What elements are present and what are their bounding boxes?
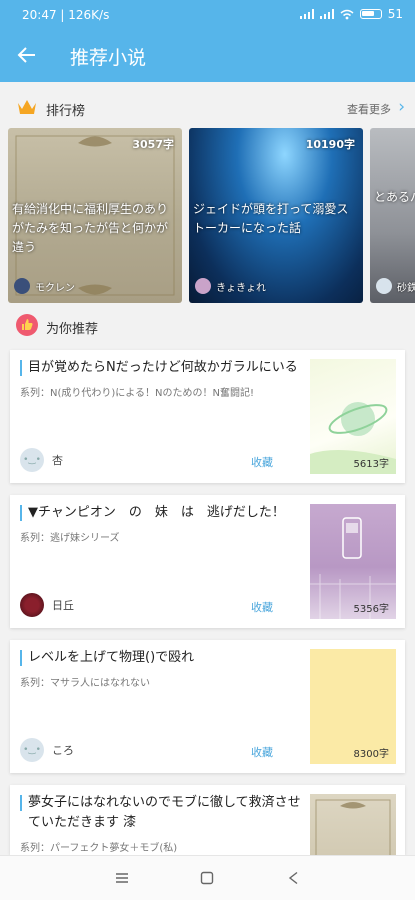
series-label: 系列：逃げ妹シリーズ (20, 533, 120, 544)
ranking-header: 排行榜 查看更多 › (0, 88, 415, 128)
cover-image: 8300字 (310, 649, 396, 764)
author: モクレン (14, 277, 75, 295)
word-count: 5356字 (353, 604, 389, 615)
word-count: 3057字 (132, 138, 174, 151)
see-more-link[interactable]: 查看更多 (347, 101, 391, 117)
status-bar: 20:47 | 126K/s 51 (0, 0, 415, 30)
author-name: きょきょれ (216, 282, 266, 294)
avatar: •‿• (20, 448, 44, 472)
thumbs-up-icon (16, 314, 38, 336)
ornament-frame (315, 799, 391, 855)
series-label: 系列：マサラ人にはなれない (20, 678, 150, 689)
ranking-card[interactable]: とあるパレイブンツに時 砂鉄 (370, 128, 415, 303)
page-title: 推荐小说 (70, 47, 147, 69)
novel-card[interactable]: レベルを上げて物理()で殴れ 系列：マサラ人にはなれない •‿• ころ 收藏 8… (10, 640, 405, 773)
series-label: 系列：N(成り代わり)による！Nのための！N奮闘記! (20, 388, 254, 399)
recommend-label: 为你推荐 (46, 322, 99, 337)
crown-icon (18, 100, 36, 114)
menu-icon (116, 873, 128, 883)
back-triangle-icon (288, 871, 298, 885)
novel-title: レベルを上げて物理()で殴れ (20, 648, 304, 668)
ranking-card[interactable]: 3057字 有給消化中に福利厚生のありがたみを知ったが告と何かが違う モクレン (8, 128, 182, 303)
author-name: ころ (52, 744, 74, 757)
author-name: 杏 (52, 454, 63, 467)
system-back-button[interactable] (284, 868, 304, 888)
author-name: 砂鉄 (397, 282, 415, 294)
novel-card[interactable]: 目が覚めたらNだったけど何故かガラルにいる 系列：N(成り代わり)による！Nのた… (10, 350, 405, 483)
signal-icon (299, 9, 314, 19)
author-name: 日丘 (52, 599, 74, 612)
favorite-button[interactable]: 收藏 (251, 454, 273, 470)
avatar (376, 278, 392, 294)
cover-image: 5613字 (310, 359, 396, 474)
author: •‿• ころ (20, 738, 74, 762)
wifi-icon (340, 9, 354, 19)
author: •‿• 杏 (20, 448, 63, 472)
novel-title: とあるパレイブンツに時 (374, 190, 415, 204)
home-square-icon (200, 871, 214, 885)
avatar: •‿• (20, 738, 44, 762)
app-bar: 推荐小说 (0, 30, 415, 82)
status-time: 20:47 | 126K/s (22, 8, 110, 22)
word-count: 10190字 (305, 138, 355, 151)
novel-card[interactable]: ▼チャンピオン の 妹 は 逃げだした！ 系列：逃げ妹シリーズ 日丘 收藏 53… (10, 495, 405, 628)
system-nav-bar (0, 855, 415, 900)
back-button[interactable] (12, 40, 42, 70)
avatar (195, 278, 211, 294)
word-count: 5613字 (353, 459, 389, 470)
ranking-card[interactable]: 10190字 ジェイドが頭を打って溺愛ストーカーになった話 きょきょれ (189, 128, 363, 303)
ranking-carousel[interactable]: 3057字 有給消化中に福利厚生のありがたみを知ったが告と何かが違う モクレン … (8, 128, 415, 303)
network-speed: 126K/s (68, 8, 110, 22)
arrow-left-icon (17, 47, 35, 63)
avatar (20, 593, 44, 617)
recommend-header: 为你推荐 (0, 306, 415, 346)
series-label: 系列：パーフェクト夢女＋モブ(私) (20, 843, 178, 854)
home-button[interactable] (197, 868, 217, 888)
favorite-button[interactable]: 收藏 (251, 744, 273, 760)
clock: 20:47 (22, 8, 57, 22)
novel-title: 夢女子にはなれないのでモブに徹して救済させていただきます 漆 (20, 793, 304, 833)
author-name: モクレン (35, 282, 75, 294)
novel-card[interactable]: 夢女子にはなれないのでモブに徹して救済させていただきます 漆 系列：パーフェクト… (10, 785, 405, 855)
novel-title: ジェイドが頭を打って溺愛ストーカーになった話 (193, 202, 349, 235)
menu-button[interactable] (112, 868, 132, 888)
signal-icon (319, 9, 334, 19)
novel-title: ▼チャンピオン の 妹 は 逃げだした！ (20, 503, 304, 523)
author: 砂鉄 (376, 277, 415, 295)
cover-image: 5356字 (310, 504, 396, 619)
author: きょきょれ (195, 277, 266, 295)
novel-title: 有給消化中に福利厚生のありがたみを知ったが告と何かが違う (12, 202, 169, 254)
battery-icon (359, 9, 382, 19)
word-count: 8300字 (353, 749, 389, 760)
ranking-label: 排行榜 (46, 104, 86, 119)
author: 日丘 (20, 593, 74, 617)
status-icons: 51 (299, 7, 403, 21)
cover-image (310, 794, 396, 855)
avatar (14, 278, 30, 294)
favorite-button[interactable]: 收藏 (251, 599, 273, 615)
chevron-right-icon[interactable]: › (398, 97, 405, 117)
battery-level: 51 (387, 7, 403, 21)
novel-title: 目が覚めたらNだったけど何故かガラルにいる (20, 358, 304, 378)
